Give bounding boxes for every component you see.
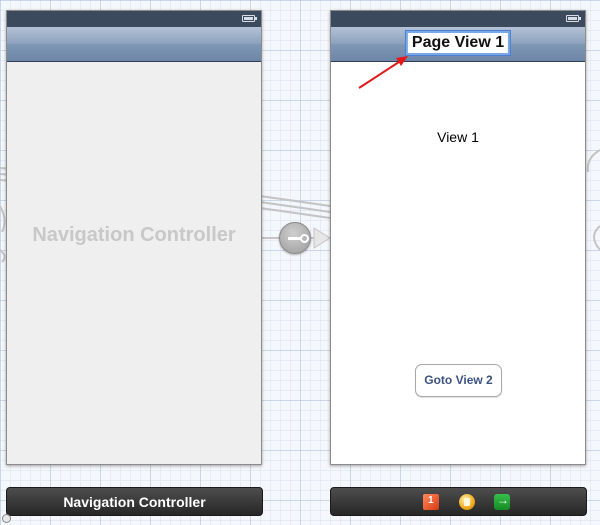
zoom-indicator-icon[interactable] xyxy=(2,514,11,523)
storyboard-canvas[interactable]: Navigation Controller Page View 1 View 1… xyxy=(0,0,600,525)
annotation-arrow-icon xyxy=(358,56,408,89)
